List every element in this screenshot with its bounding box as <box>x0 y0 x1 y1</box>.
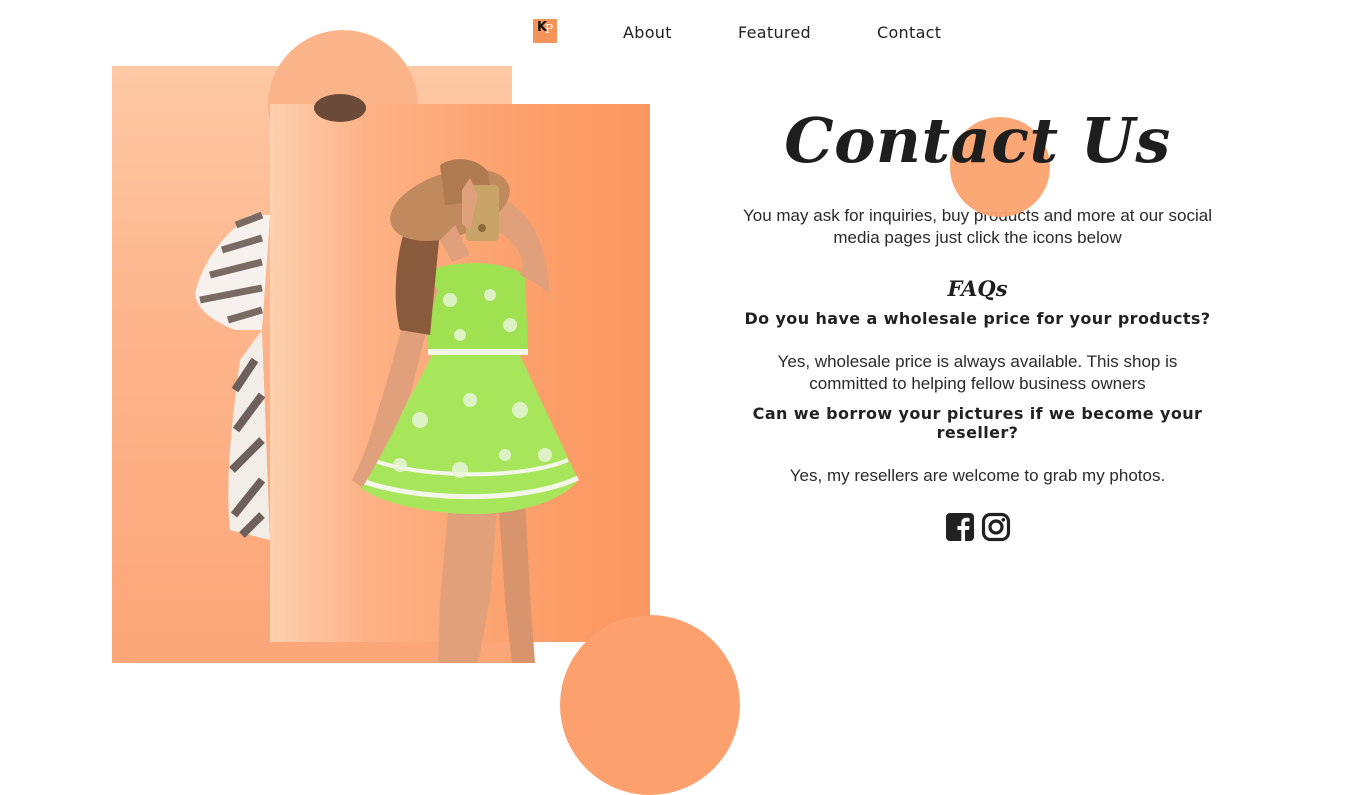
title-block: Contact Us <box>740 90 1215 217</box>
instagram-icon[interactable] <box>981 512 1011 542</box>
hero-artwork <box>0 0 760 795</box>
page-title: Contact Us <box>784 104 1171 177</box>
bottom-decorative-circle <box>560 615 740 795</box>
faq-question: Can we borrow your pictures if we become… <box>752 404 1203 442</box>
faq-question: Do you have a wholesale price for your p… <box>744 309 1211 328</box>
nav-link-contact[interactable]: Contact <box>877 23 941 42</box>
faq-answer: Yes, my resellers are welcome to grab my… <box>789 466 1166 485</box>
facebook-icon[interactable] <box>945 512 975 542</box>
front-model-image <box>352 159 580 663</box>
faqs-heading: FAQs <box>947 276 1008 301</box>
social-links <box>740 512 1215 542</box>
contact-section: Contact Us You may ask for inquiries, bu… <box>740 90 1215 542</box>
faq-answer: Yes, wholesale price is always available… <box>777 352 1178 393</box>
